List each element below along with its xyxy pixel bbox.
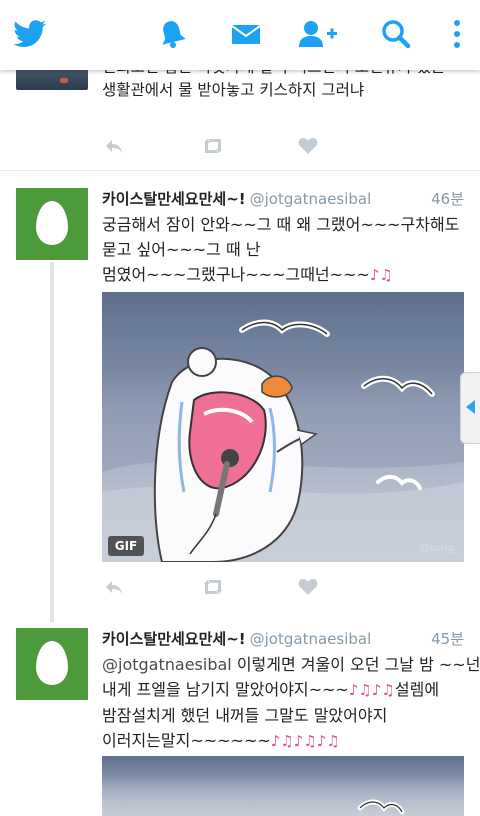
like-icon[interactable] bbox=[296, 575, 320, 599]
tweet-header: 카이스탈만세요만세~! @jotgatnaesibal bbox=[102, 628, 371, 649]
gif-illustration bbox=[357, 799, 405, 815]
username[interactable]: @jotgatnaesibal bbox=[250, 630, 372, 648]
retweet-icon[interactable] bbox=[200, 134, 224, 158]
tweet-text: @jotgatnaesibal 이렇게면 겨울이 오던 그날 밤 ~~넌 내게 … bbox=[102, 655, 480, 750]
display-name[interactable]: 카이스탈만세요만세~! bbox=[102, 190, 246, 208]
tweet-header: 카이스탈만세요만세~! @jotgatnaesibal bbox=[102, 188, 371, 209]
tweet-actions bbox=[102, 575, 342, 599]
bell-icon[interactable] bbox=[152, 14, 192, 54]
tweet-media-gif[interactable]: GIF @kong bbox=[102, 292, 464, 562]
username[interactable]: @jotgatnaesibal bbox=[250, 190, 372, 208]
timestamp: 46분 bbox=[431, 190, 464, 208]
tweet-text: 궁금해서 잠이 안와~~그 때 왜 그랬어~~~구차해도 묻고 싶어~~~그 때… bbox=[102, 215, 460, 284]
add-user-icon[interactable] bbox=[298, 14, 338, 54]
tweet[interactable]: 카이스탈만세요만세~! @jotgatnaesibal 46분 궁금해서 잠이 안… bbox=[0, 170, 480, 620]
more-vertical-icon[interactable] bbox=[437, 14, 477, 54]
mail-icon[interactable] bbox=[226, 14, 266, 54]
music-notes-emoji: ♪♫ bbox=[369, 266, 393, 284]
avatar[interactable] bbox=[16, 188, 88, 260]
mention-link[interactable]: @jotgatnaesibal bbox=[102, 655, 232, 674]
tweet-media-gif[interactable] bbox=[102, 756, 464, 816]
side-drawer-handle[interactable] bbox=[460, 372, 480, 444]
gif-badge: GIF bbox=[108, 536, 144, 556]
tweet-actions bbox=[102, 134, 342, 158]
top-navigation-bar bbox=[0, 0, 480, 70]
display-name[interactable]: 카이스탈만세요만세~! bbox=[102, 630, 246, 648]
default-egg-icon bbox=[36, 201, 68, 245]
retweet-icon[interactable] bbox=[200, 575, 224, 599]
like-icon[interactable] bbox=[296, 134, 320, 158]
chevron-left-icon bbox=[466, 400, 475, 414]
default-egg-icon bbox=[36, 641, 68, 685]
gif-illustration bbox=[102, 319, 464, 562]
timestamp: 45분 bbox=[431, 630, 464, 648]
twitter-logo-icon[interactable] bbox=[10, 14, 50, 54]
search-icon[interactable] bbox=[376, 14, 416, 54]
reply-icon[interactable] bbox=[102, 134, 126, 158]
music-notes-emoji: ♪♫♪♫ bbox=[348, 681, 395, 699]
tweet[interactable]: 카이스탈만세요만세~! @jotgatnaesibal 45분 @jotgatna… bbox=[0, 610, 480, 816]
music-notes-emoji: ♪♫♪♫♪♫ bbox=[270, 732, 340, 750]
avatar[interactable] bbox=[16, 628, 88, 700]
reply-icon[interactable] bbox=[102, 575, 126, 599]
media-watermark: @kong bbox=[419, 543, 454, 554]
